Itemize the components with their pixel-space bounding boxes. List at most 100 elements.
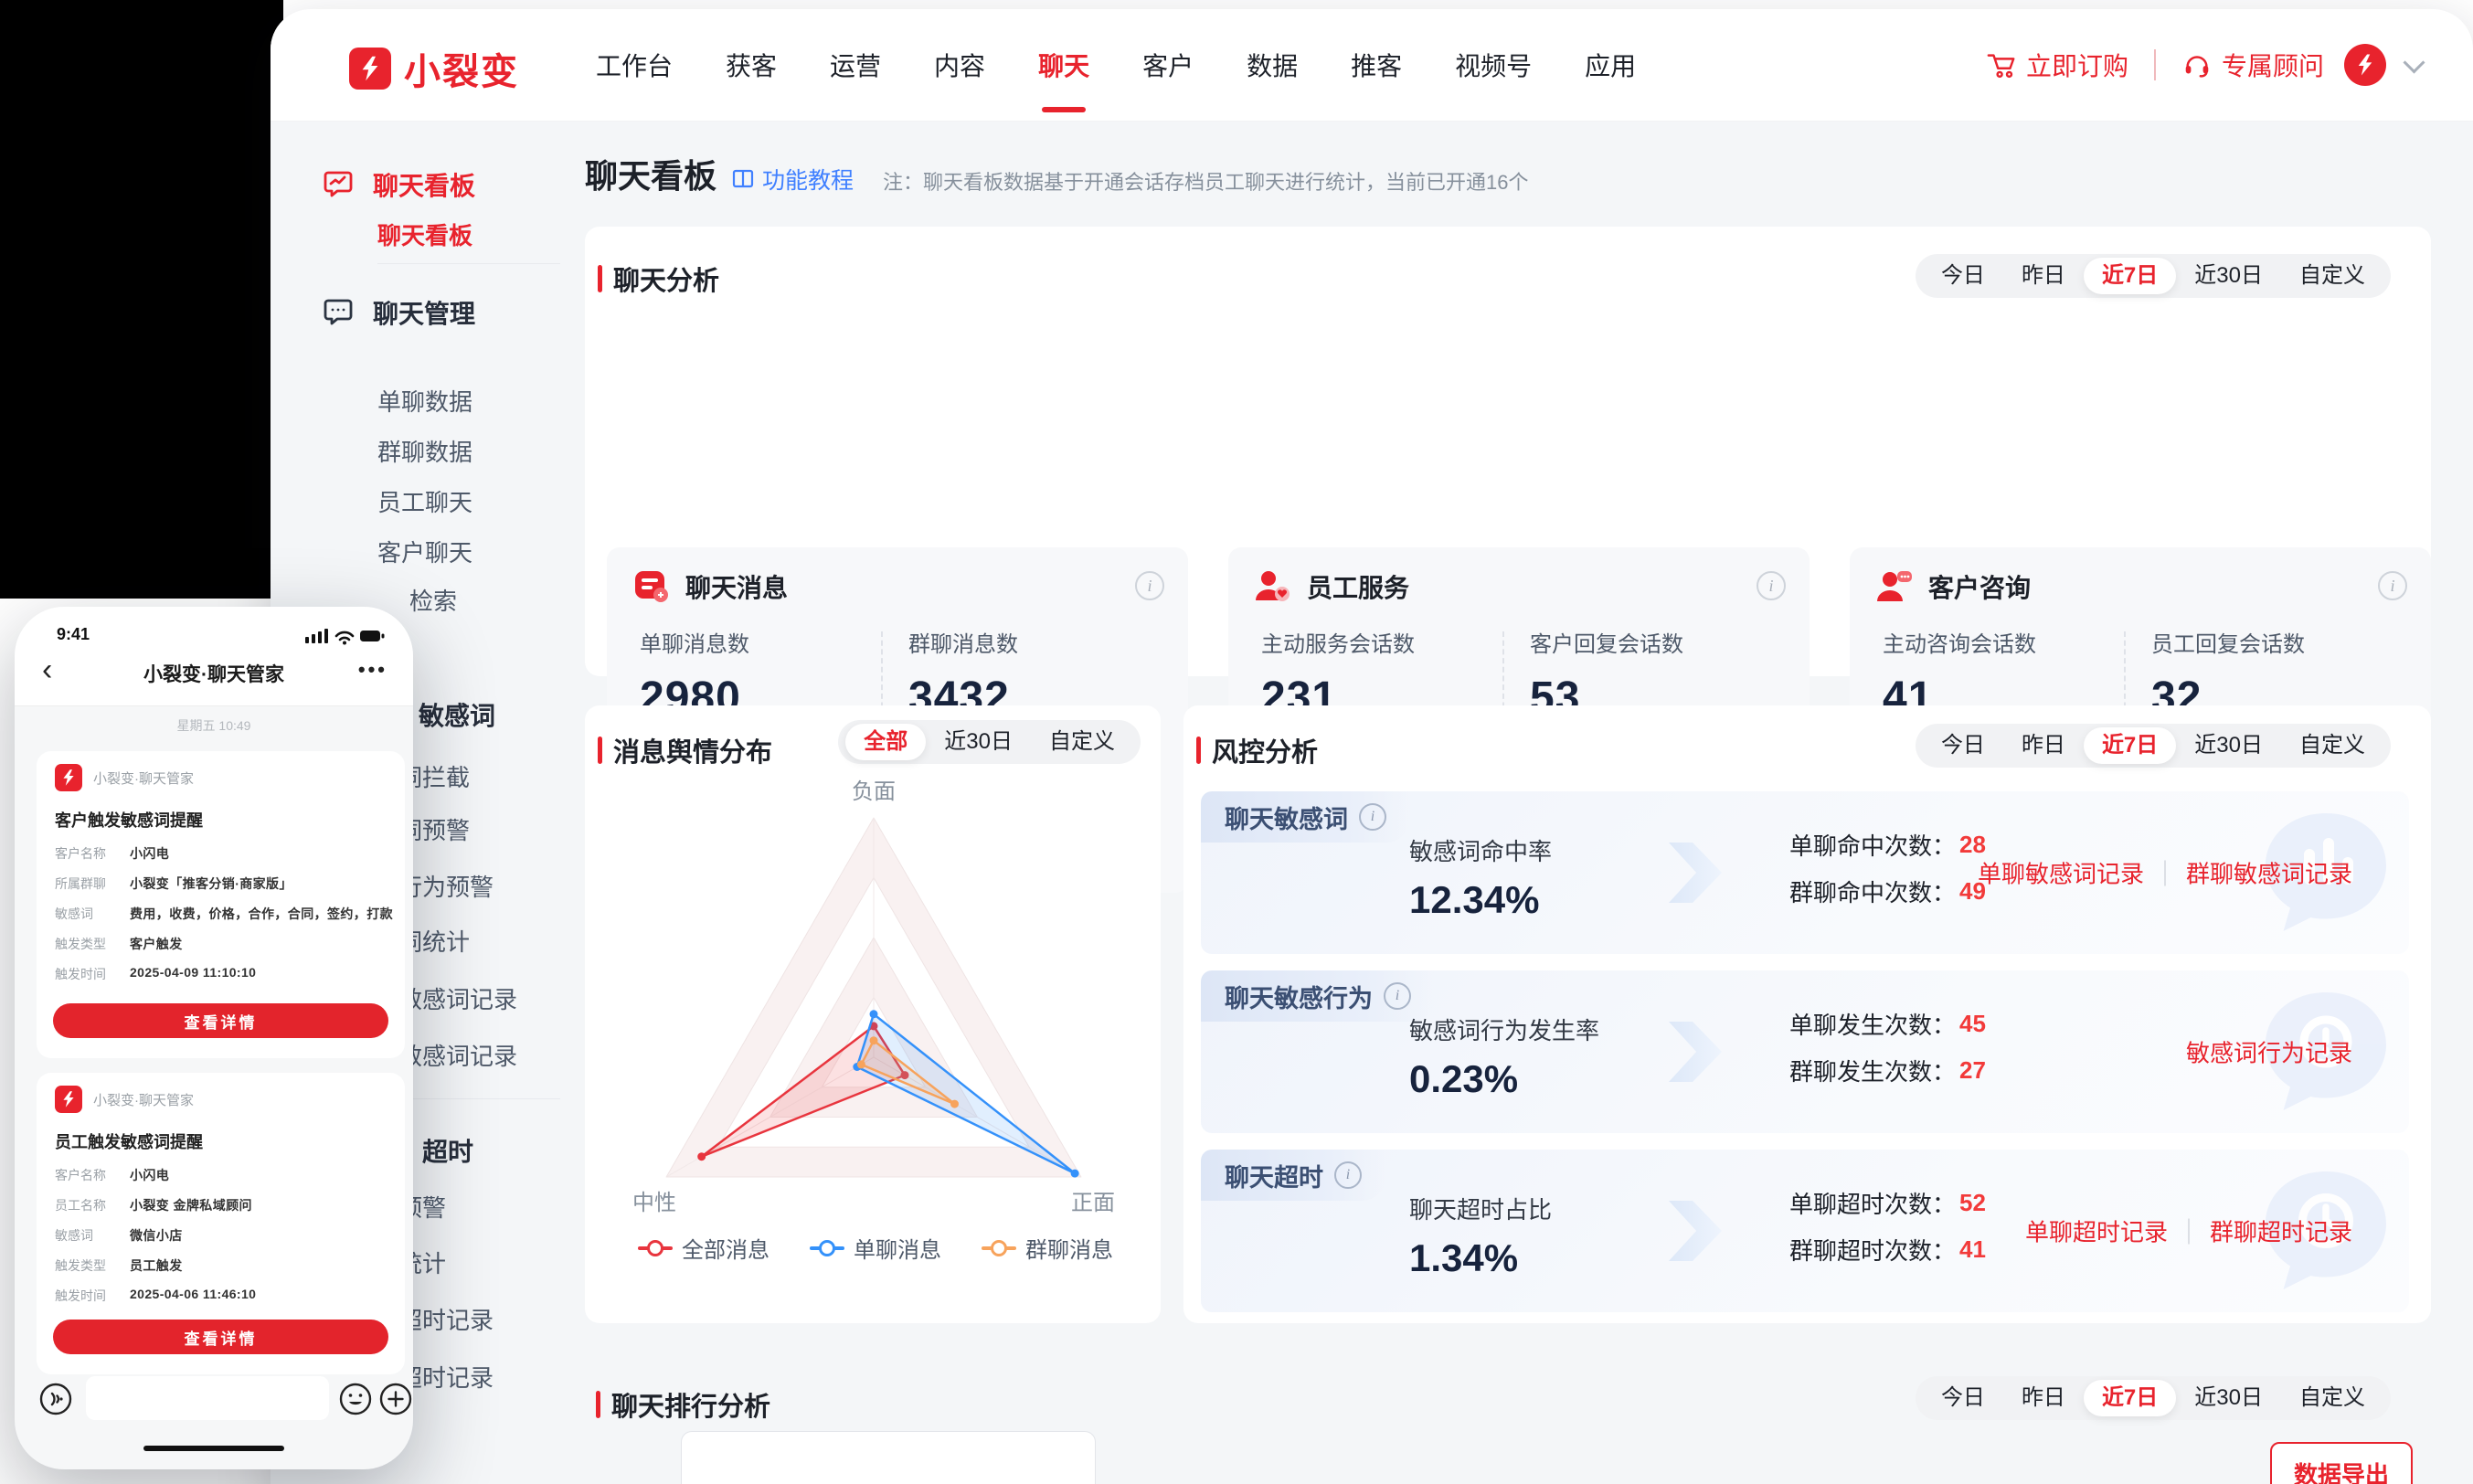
phone-message-card-customer: 小裂变·聊天管家 客户触发敏感词提醒 客户名称小闪电 所属群聊小裂变「推客分销·… <box>37 751 405 1058</box>
filter-7d[interactable]: 近7日 <box>2084 727 2176 764</box>
group-chat-sensitive-record-link[interactable]: 群聊敏感词记录 <box>2186 856 2352 890</box>
chevron-down-icon[interactable] <box>2403 51 2425 73</box>
filter-custom[interactable]: 自定义 <box>2281 258 2383 294</box>
phone-message-card-employee: 小裂变·聊天管家 员工触发敏感词提醒 客户名称小闪电 员工名称小裂变 金牌私域顾… <box>37 1073 405 1374</box>
tab-video[interactable]: 视频号 <box>1455 47 1532 83</box>
risk-metric: 敏感词行为发生率 0.23% <box>1409 1012 1599 1101</box>
axis-label-positive: 正面 <box>1071 1184 1115 1216</box>
info-icon[interactable]: i <box>2378 571 2407 600</box>
navbar-right-cluster: 立即订购 专属顾问 <box>1986 9 2422 121</box>
order-now-button[interactable]: 立即订购 <box>1986 47 2128 83</box>
legend-item-all[interactable]: 全部消息 <box>638 1232 769 1264</box>
arrow-right-icon <box>1669 1022 1722 1082</box>
sidebar-item-sensitive-word-group[interactable]: 敏感词 <box>419 696 495 733</box>
filter-yesterday[interactable]: 昨日 <box>2003 727 2084 764</box>
view-details-button[interactable]: 查看详情 <box>53 1320 388 1354</box>
sidebar-item-sensitive-record-2[interactable]: 敏感词记录 <box>398 1038 517 1072</box>
filter-custom[interactable]: 自定义 <box>2281 1380 2383 1416</box>
phone-input-bar <box>15 1376 413 1427</box>
single-chat-timeout-record-link[interactable]: 单聊超时记录 <box>2025 1214 2168 1248</box>
filter-30d[interactable]: 近30日 <box>2176 258 2281 294</box>
filter-7d[interactable]: 近7日 <box>2084 258 2176 294</box>
info-icon[interactable]: i <box>1384 982 1411 1010</box>
filter-yesterday[interactable]: 昨日 <box>2003 1380 2084 1416</box>
book-icon <box>731 167 755 191</box>
chat-message-icon <box>632 567 671 606</box>
filter-today[interactable]: 今日 <box>1923 727 2003 764</box>
advisor-button[interactable]: 专属顾问 <box>2181 47 2324 83</box>
sidebar-item-chat-dashboard[interactable]: 聊天看板 <box>377 217 472 251</box>
more-dots-icon[interactable]: ••• <box>358 658 387 682</box>
chat-analysis-title: 聊天分析 <box>598 260 719 298</box>
tab-promoter[interactable]: 推客 <box>1351 47 1402 83</box>
emoji-icon[interactable] <box>338 1382 373 1416</box>
filter-custom[interactable]: 自定义 <box>2281 727 2383 764</box>
sensitive-behavior-record-link[interactable]: 敏感词行为记录 <box>2186 1035 2352 1069</box>
sidebar-item-sensitive-record-1[interactable]: 敏感词记录 <box>398 981 517 1015</box>
info-icon[interactable]: i <box>1359 803 1386 831</box>
risk-row-sensitive-behavior: 聊天敏感行为i 敏感词行为发生率 0.23% 单聊发生次数：45 群聊发生次数：… <box>1201 970 2409 1133</box>
app-logo[interactable]: 小裂变 <box>349 42 519 95</box>
tab-customer[interactable]: 客户 <box>1142 47 1194 83</box>
tab-chat[interactable]: 聊天 <box>1038 47 1089 83</box>
filter-7d[interactable]: 近7日 <box>2084 1380 2176 1416</box>
sidebar-item-chat-dashboard-group[interactable]: 聊天看板 <box>322 166 475 203</box>
sidebar-item-chat-manage-group[interactable]: 聊天管理 <box>322 294 475 331</box>
arrow-right-icon <box>1669 843 1722 903</box>
info-icon[interactable]: i <box>1334 1161 1362 1189</box>
plus-icon[interactable] <box>378 1382 413 1416</box>
nav-divider <box>2154 49 2156 80</box>
sidebar-divider <box>377 263 560 264</box>
tab-content[interactable]: 内容 <box>934 47 985 83</box>
sidebar-item-employee-chat[interactable]: 员工聊天 <box>377 484 472 518</box>
sidebar-item-timeout-group[interactable]: 超时 <box>422 1132 473 1169</box>
risk-badge: 聊天敏感行为i <box>1201 970 1435 1022</box>
phone-mockup: 9:41 ‹ 小裂变·聊天管家 ••• 星期五 10:49 小裂变·聊天管家 客… <box>15 607 413 1469</box>
tab-data[interactable]: 数据 <box>1247 47 1298 83</box>
sidebar-item-single-chat-data[interactable]: 单聊数据 <box>377 384 472 418</box>
risk-counts: 单聊命中次数：28 群聊命中次数：49 <box>1789 828 1986 921</box>
page-note: 注：聊天看板数据基于开通会话存档员工聊天进行统计，当前已开通16个 <box>883 166 1528 196</box>
filter-today[interactable]: 今日 <box>1923 258 2003 294</box>
voice-icon[interactable] <box>38 1382 73 1416</box>
risk-row-timeout: 聊天超时i 聊天超时占比 1.34% 单聊超时次数：52 群聊超时次数：41 单… <box>1201 1150 2409 1312</box>
legend-item-group[interactable]: 群聊消息 <box>982 1232 1113 1264</box>
group-chat-timeout-record-link[interactable]: 群聊超时记录 <box>2210 1214 2352 1248</box>
radar-legend: 全部消息 单聊消息 群聊消息 <box>585 1232 1166 1264</box>
link-divider <box>2188 1218 2190 1244</box>
section-accent-bar <box>1196 737 1201 764</box>
chat-dashboard-icon <box>322 168 355 201</box>
sidebar-item-customer-chat[interactable]: 客户聊天 <box>377 535 472 568</box>
main-nav-tabs: 工作台 获客 运营 内容 聊天 客户 数据 推客 视频号 应用 <box>596 9 1636 121</box>
tutorial-link[interactable]: 功能教程 <box>731 163 854 196</box>
user-avatar[interactable] <box>2344 44 2386 86</box>
ranking-date-filter: 今日 昨日 近7日 近30日 自定义 <box>1916 1376 2391 1420</box>
filter-today[interactable]: 今日 <box>1923 1380 2003 1416</box>
page-title: 聊天看板 <box>585 150 716 197</box>
legend-item-single[interactable]: 单聊消息 <box>810 1232 941 1264</box>
tab-workbench[interactable]: 工作台 <box>596 47 673 83</box>
phone-text-input[interactable] <box>86 1376 329 1420</box>
tab-apps[interactable]: 应用 <box>1585 47 1636 83</box>
info-icon[interactable]: i <box>1757 571 1786 600</box>
chat-analysis-panel: 聊天分析 今日 昨日 近7日 近30日 自定义 聊天消息 i 单聊消息数 298… <box>585 227 2431 676</box>
sidebar-item-chat-search[interactable]: 检索 <box>409 583 457 617</box>
risk-metric: 敏感词命中率 12.34% <box>1409 833 1552 922</box>
phone-nav-title: 小裂变·聊天管家 <box>15 660 413 687</box>
ranking-title: 聊天排行分析 <box>596 1385 770 1424</box>
phone-status-time: 9:41 <box>57 625 90 644</box>
tab-acquisition[interactable]: 获客 <box>726 47 777 83</box>
info-icon[interactable]: i <box>1135 571 1164 600</box>
filter-30d[interactable]: 近30日 <box>2176 1380 2281 1416</box>
sidebar-item-group-chat-data[interactable]: 群聊数据 <box>377 434 472 468</box>
data-export-button[interactable]: 数据导出 <box>2270 1442 2413 1484</box>
filter-30d[interactable]: 近30日 <box>2176 727 2281 764</box>
phone-header: 9:41 ‹ 小裂变·聊天管家 ••• <box>15 607 413 706</box>
message-fields: 客户名称小闪电 所属群聊小裂变「推客分销·商家版」 敏感词费用，收费，价格，合作… <box>55 844 394 995</box>
filter-yesterday[interactable]: 昨日 <box>2003 258 2084 294</box>
single-chat-sensitive-record-link[interactable]: 单聊敏感词记录 <box>1978 856 2144 890</box>
screenshot-stage: 小裂变 工作台 获客 运营 内容 聊天 客户 数据 推客 视频号 应用 立即订购 <box>0 0 2473 1484</box>
view-details-button[interactable]: 查看详情 <box>53 1003 388 1038</box>
tab-operation[interactable]: 运营 <box>830 47 881 83</box>
home-indicator[interactable] <box>143 1446 284 1451</box>
